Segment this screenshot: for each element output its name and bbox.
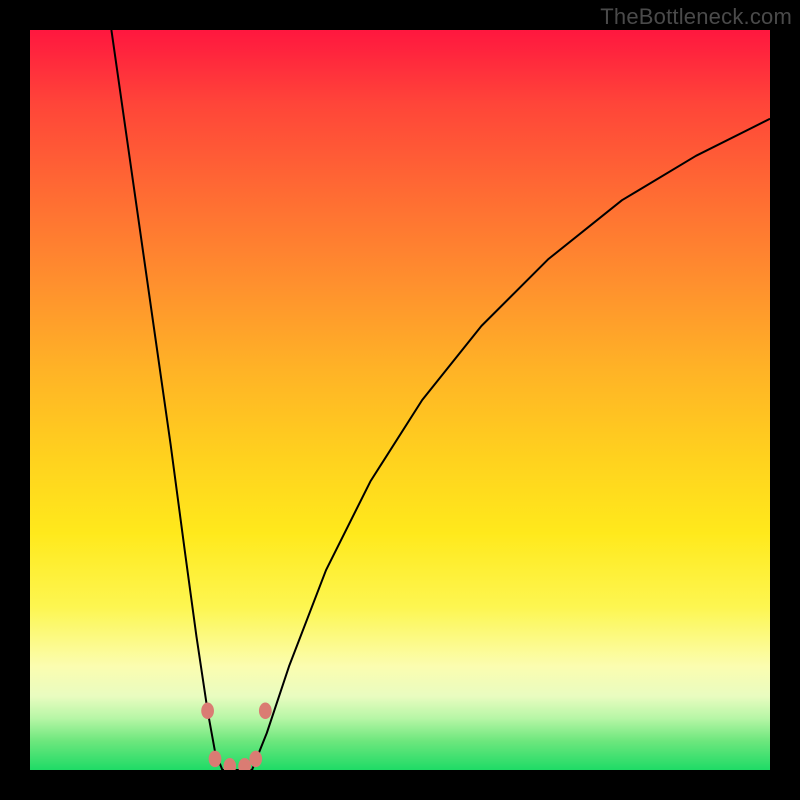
- watermark-text: TheBottleneck.com: [600, 4, 792, 30]
- data-marker: [238, 758, 251, 770]
- data-marker: [223, 758, 236, 770]
- data-marker: [259, 703, 272, 720]
- data-marker: [249, 751, 262, 768]
- bottleneck-curve: [111, 30, 770, 770]
- plot-area: [30, 30, 770, 770]
- data-marker: [209, 751, 222, 768]
- chart-frame: TheBottleneck.com: [0, 0, 800, 800]
- curve-layer: [30, 30, 770, 770]
- data-marker: [201, 703, 214, 720]
